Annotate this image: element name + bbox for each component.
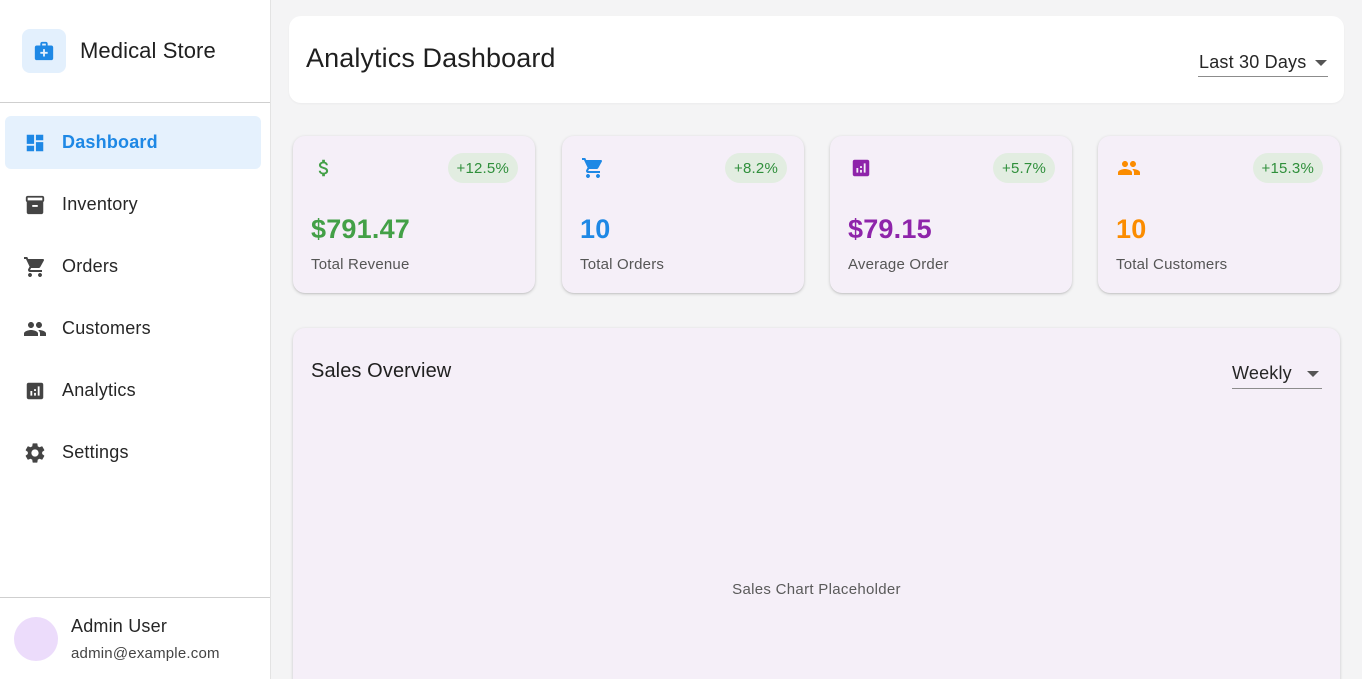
date-range-value: Last 30 Days bbox=[1199, 52, 1307, 72]
dashboard-icon bbox=[23, 131, 47, 155]
analytics-icon bbox=[849, 156, 873, 180]
sidebar-item-label: Analytics bbox=[62, 380, 136, 400]
sales-overview-title: Sales Overview bbox=[311, 360, 452, 382]
sidebar-item-label: Settings bbox=[62, 442, 129, 462]
change-badge: +12.5% bbox=[447, 153, 518, 183]
analytics-icon bbox=[23, 379, 47, 403]
chevron-down-icon bbox=[1306, 370, 1319, 377]
gear-icon bbox=[23, 441, 47, 465]
sidebar-item-inventory[interactable]: Inventory bbox=[5, 178, 261, 231]
change-badge: +15.3% bbox=[1252, 153, 1323, 183]
sidebar-item-dashboard[interactable]: Dashboard bbox=[5, 116, 261, 169]
medical-bag-icon bbox=[22, 29, 66, 73]
change-badge: +5.7% bbox=[993, 153, 1055, 183]
sidebar-item-orders[interactable]: Orders bbox=[5, 240, 261, 293]
brand: Medical Store bbox=[0, 0, 270, 103]
cart-icon bbox=[23, 255, 47, 279]
sidebar-item-customers[interactable]: Customers bbox=[5, 302, 261, 355]
sales-chart-placeholder: Sales Chart Placeholder bbox=[732, 581, 901, 598]
stat-card-customers: +15.3% 10 Total Customers bbox=[1098, 136, 1340, 293]
stat-label: Total Customers bbox=[1116, 256, 1228, 273]
sales-overview-card: Sales Overview Weekly Sales Chart Placeh… bbox=[293, 328, 1340, 679]
stat-label: Total Revenue bbox=[311, 256, 410, 273]
app: Medical Store Dashboard Inventory Orders bbox=[0, 0, 1362, 679]
stat-card-orders: +8.2% 10 Total Orders bbox=[562, 136, 804, 293]
user-profile[interactable]: Admin User admin@example.com bbox=[0, 597, 270, 679]
period-select[interactable]: Weekly bbox=[1232, 359, 1322, 389]
sidebar-item-analytics[interactable]: Analytics bbox=[5, 364, 261, 417]
archive-icon bbox=[23, 193, 47, 217]
date-range-select[interactable]: Last 30 Days bbox=[1198, 49, 1328, 77]
stat-label: Total Orders bbox=[580, 256, 665, 273]
stat-value: $79.15 bbox=[848, 214, 932, 244]
sidebar-item-settings[interactable]: Settings bbox=[5, 426, 261, 479]
sidebar: Medical Store Dashboard Inventory Orders bbox=[0, 0, 271, 679]
sidebar-item-label: Customers bbox=[62, 318, 151, 338]
sidebar-item-label: Inventory bbox=[62, 194, 138, 214]
stat-label: Average Order bbox=[848, 256, 949, 273]
sidebar-nav: Dashboard Inventory Orders Customers Ana… bbox=[0, 103, 270, 479]
stat-value: 10 bbox=[580, 214, 611, 244]
page-title: Analytics Dashboard bbox=[306, 43, 556, 73]
change-badge: +8.2% bbox=[725, 153, 787, 183]
user-email: admin@example.com bbox=[71, 644, 220, 662]
period-value: Weekly bbox=[1232, 363, 1292, 383]
sidebar-item-label: Dashboard bbox=[62, 132, 158, 152]
stat-value: $791.47 bbox=[311, 214, 410, 244]
people-icon bbox=[23, 317, 47, 341]
avatar bbox=[14, 616, 58, 661]
dollar-icon bbox=[312, 156, 336, 180]
chevron-down-icon bbox=[1315, 59, 1328, 66]
people-icon bbox=[1117, 156, 1141, 180]
stat-card-average-order: +5.7% $79.15 Average Order bbox=[830, 136, 1072, 293]
page-header: Analytics Dashboard Last 30 Days bbox=[289, 16, 1344, 103]
user-info: Admin User admin@example.com bbox=[71, 616, 220, 662]
user-name: Admin User bbox=[71, 615, 168, 636]
sidebar-item-label: Orders bbox=[62, 256, 119, 276]
brand-title: Medical Store bbox=[80, 38, 216, 63]
cart-icon bbox=[581, 156, 605, 180]
stat-card-revenue: +12.5% $791.47 Total Revenue bbox=[293, 136, 535, 293]
stat-value: 10 bbox=[1116, 214, 1147, 244]
